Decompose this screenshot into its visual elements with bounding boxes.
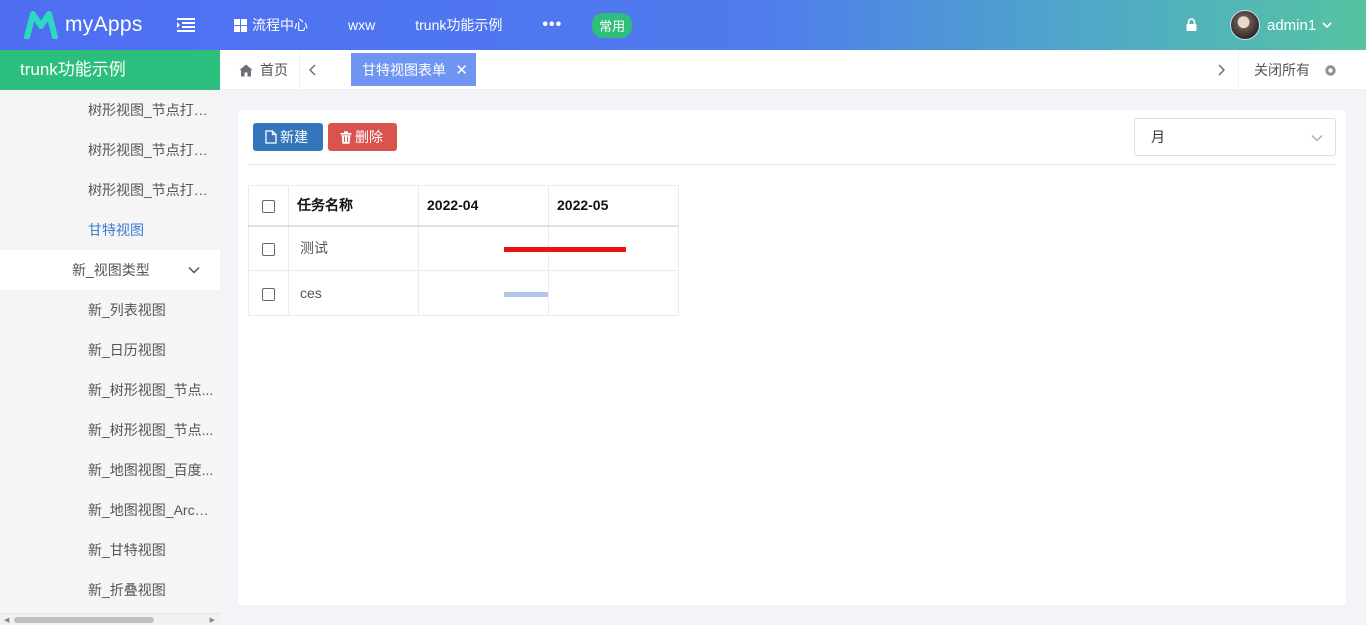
trash-icon [340,130,352,144]
username: admin1 [1267,16,1317,34]
sidebar-item[interactable]: 新_树形视图_节点... [0,410,220,450]
new-button[interactable]: 新建 [253,123,323,151]
column-header-task-name: 任务名称 [288,185,419,227]
sidebar-title: trunk功能示例 [0,50,220,90]
scrollbar-thumb[interactable] [14,617,154,623]
gear-icon [1325,64,1336,76]
sidebar-item[interactable]: 新_树形视图_节点... [0,370,220,410]
lock-icon[interactable] [1186,18,1197,31]
favorites-badge[interactable]: 常用 [592,12,633,38]
chevron-down-icon [1322,22,1332,29]
close-icon[interactable]: ✕ [455,61,468,79]
home-icon [239,64,253,76]
nav-item-wxw[interactable]: wxw [348,17,375,33]
gantt-bar[interactable] [504,292,549,297]
sidebar-item[interactable]: 树形视图_节点打开... [0,130,220,170]
scroll-left-icon[interactable]: ◀ [4,616,9,624]
tab-gantt-form[interactable]: 甘特视图表单 ✕ [351,53,476,86]
file-icon [265,130,277,144]
sidebar-item[interactable]: 新_地图视图_ArcGI... [0,490,220,530]
app-name: myApps [65,13,143,36]
row-checkbox[interactable] [262,243,275,257]
gantt-header-row: 任务名称 2022-04 2022-05 [248,185,679,227]
task-name-cell[interactable]: 测试 [288,225,419,271]
sidebar-item[interactable]: 新_日历视图 [0,330,220,370]
nav-item-label: trunk功能示例 [415,17,503,33]
tab-home[interactable]: 首页 [220,50,300,90]
sidebar: trunk功能示例 树形视图_节点打开... 树形视图_节点打开... 树形视图… [0,50,220,625]
close-all-label: 关闭所有 [1254,62,1310,78]
nav-item-label: 流程中心 [252,17,308,33]
menu-toggle-icon[interactable] [177,18,195,32]
column-header-month: 2022-05 [548,185,679,227]
sidebar-item[interactable]: 新_甘特视图 [0,530,220,570]
row-select-cell [248,225,289,271]
gantt-bar[interactable] [504,247,627,252]
sidebar-horizontal-scrollbar[interactable]: ◀ ▶ [0,613,220,625]
chevron-down-icon [1311,135,1323,142]
sidebar-group-view-types[interactable]: 新_视图类型 [0,250,220,290]
time-scale-select[interactable]: 月 [1134,118,1336,156]
column-header-month: 2022-04 [418,185,549,227]
tab-label: 甘特视图表单 [362,61,446,78]
nav-item-trunk[interactable]: trunk功能示例 [415,15,502,35]
divider [248,164,1336,165]
chevron-right-icon[interactable] [1214,63,1228,77]
sidebar-item-gantt-view[interactable]: 甘特视图 [0,210,220,250]
sidebar-item[interactable]: 新_地图视图_百度... [0,450,220,490]
table-row[interactable]: ces [248,270,679,316]
new-button-label: 新建 [280,129,308,145]
close-all-tabs-button[interactable]: 关闭所有 [1238,50,1366,90]
timeline-cell [548,270,679,316]
avatar [1230,10,1260,40]
row-select-cell [248,270,289,316]
time-scale-value: 月 [1151,129,1165,145]
chevron-down-icon [188,266,200,274]
top-nav: 流程中心 wxw trunk功能示例 ••• 常用 [234,0,633,50]
more-menu-button[interactable]: ••• [542,16,562,34]
delete-button-label: 删除 [355,129,383,145]
row-checkbox[interactable] [262,287,275,301]
sidebar-item[interactable]: 树形视图_节点打开... [0,90,220,130]
sidebar-group-label: 新_视图类型 [72,262,150,278]
tab-home-label: 首页 [260,62,288,78]
sidebar-item[interactable]: 新_列表视图 [0,290,220,330]
select-all-cell [248,185,289,227]
scroll-right-icon[interactable]: ▶ [210,616,215,624]
nav-item-label: wxw [348,17,376,33]
top-navbar: myApps 流程中心 wxw trunk功能示例 ••• 常用 admin1 [0,0,1366,50]
delete-button[interactable]: 删除 [328,123,397,151]
user-menu[interactable]: admin1 [1230,10,1332,40]
select-all-checkbox[interactable] [262,200,275,214]
grid-icon [234,18,247,32]
tabs-bar: 首页 甘特视图表单 ✕ 关闭所有 [220,50,1366,90]
task-name-cell[interactable]: ces [288,270,419,316]
sidebar-item[interactable]: 新_折叠视图 [0,570,220,610]
nav-item-process-center[interactable]: 流程中心 [234,15,308,35]
chevron-left-icon[interactable] [306,63,320,77]
main-content: 新建 删除 月 任务名称 2022-04 2022-05 测试 ces [238,110,1346,605]
app-logo[interactable]: myApps [24,11,143,39]
sidebar-item[interactable]: 树形视图_节点打开... [0,170,220,210]
logo-icon [24,11,58,39]
